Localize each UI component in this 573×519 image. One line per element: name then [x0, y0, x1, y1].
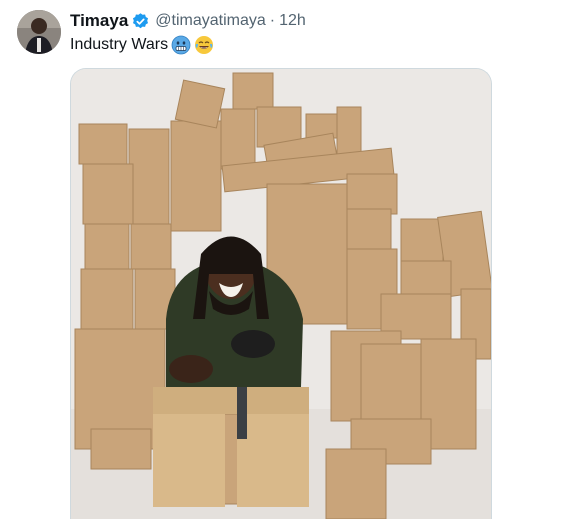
tweet-header: Timaya @timayatimaya · 12h	[70, 10, 306, 32]
separator-dot: ·	[269, 12, 276, 29]
avatar[interactable]	[17, 10, 61, 54]
cold-face-emoji-icon	[171, 35, 191, 55]
tweet-text: Industry Wars	[70, 35, 214, 55]
tweet-text-content: Industry Wars	[70, 36, 169, 53]
tweet-photo[interactable]	[70, 68, 492, 519]
handle[interactable]: @timayatimaya	[155, 12, 266, 30]
tears-of-joy-emoji-icon	[194, 35, 214, 55]
tweet[interactable]: Timaya @timayatimaya · 12h Industry Wars	[0, 0, 573, 519]
verified-badge-icon[interactable]	[131, 12, 150, 31]
timestamp[interactable]: 12h	[279, 12, 306, 30]
display-name[interactable]: Timaya	[70, 11, 128, 31]
photo-illustration	[71, 69, 491, 519]
